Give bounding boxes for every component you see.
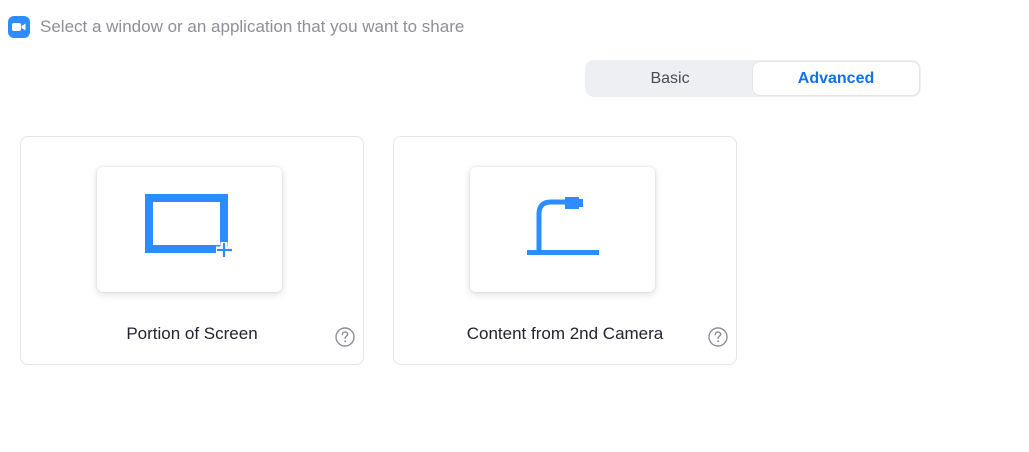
header: Select a window or an application that y… <box>8 16 464 38</box>
option-thumbnail <box>470 167 655 292</box>
share-screen-dialog: Select a window or an application that y… <box>0 0 1029 452</box>
option-portion-of-screen[interactable]: Portion of Screen <box>20 136 364 365</box>
document-camera-icon <box>523 196 603 263</box>
option-label: Content from 2nd Camera <box>466 324 664 343</box>
option-content-from-2nd-camera[interactable]: Content from 2nd Camera <box>393 136 737 365</box>
option-label: Portion of Screen <box>126 324 258 343</box>
screen-portion-icon <box>144 194 235 265</box>
video-camera-icon <box>8 16 30 38</box>
share-mode-tabs: Basic Advanced <box>585 60 921 97</box>
tab-basic[interactable]: Basic <box>587 62 753 95</box>
help-icon[interactable] <box>708 327 728 347</box>
share-prompt-text: Select a window or an application that y… <box>40 17 465 36</box>
option-thumbnail <box>97 167 282 292</box>
tab-advanced[interactable]: Advanced <box>753 62 919 95</box>
help-icon[interactable] <box>335 327 355 347</box>
